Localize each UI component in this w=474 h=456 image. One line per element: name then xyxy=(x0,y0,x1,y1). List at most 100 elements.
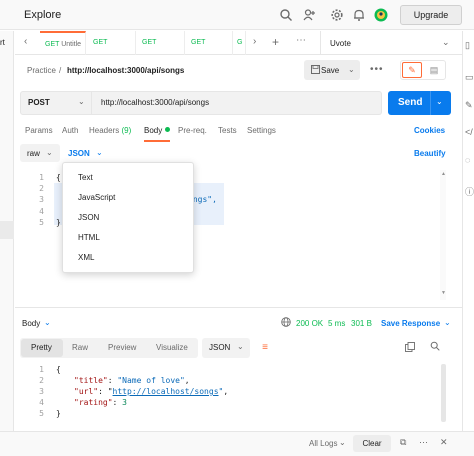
chevron-down-icon: ⌄ xyxy=(442,37,450,47)
chevron-down-icon[interactable]: ⌄ xyxy=(348,65,355,74)
add-tab-icon[interactable]: + xyxy=(272,35,279,49)
document-icon[interactable]: ▯ xyxy=(465,40,470,51)
line-number: 5 xyxy=(39,218,44,227)
copy-logs-icon[interactable]: ⧉ xyxy=(400,437,406,448)
dropdown-option-html[interactable]: HTML xyxy=(78,233,100,242)
editor-scrollbar[interactable] xyxy=(440,170,446,300)
request-tab[interactable]: GET xyxy=(137,31,185,55)
search-icon[interactable] xyxy=(430,341,440,354)
tab-scroll-left-icon[interactable]: ‹ xyxy=(24,36,27,47)
scroll-down-icon[interactable]: ▼ xyxy=(441,290,446,296)
dropdown-option-json[interactable]: JSON xyxy=(78,213,99,222)
avatar-icon[interactable] xyxy=(374,8,388,22)
response-body-label[interactable]: Body xyxy=(22,319,40,328)
view-tab-preview[interactable]: Preview xyxy=(108,343,136,352)
json-url-link[interactable]: http://localhost/songs xyxy=(113,387,219,396)
json-open-brace: { xyxy=(56,365,61,374)
tab-tests[interactable]: Tests xyxy=(218,126,237,135)
json-value: "Name of love" xyxy=(117,376,185,385)
app-title: Explore xyxy=(24,9,62,21)
documentation-view-icon[interactable]: ▤ xyxy=(425,62,443,78)
body-type-select[interactable] xyxy=(20,144,60,162)
view-tab-visualize[interactable]: Visualize xyxy=(156,343,188,352)
more-logs-icon[interactable]: ⋯ xyxy=(419,437,428,448)
copy-icon[interactable] xyxy=(405,342,415,355)
tab-headers[interactable]: Headers (9) xyxy=(89,126,131,135)
tab-params[interactable]: Params xyxy=(25,126,53,135)
scroll-up-icon[interactable]: ▲ xyxy=(441,171,446,177)
dropdown-option-text[interactable]: Text xyxy=(78,173,93,182)
wrap-icon[interactable]: ≡ xyxy=(254,338,276,358)
send-divider xyxy=(430,91,431,115)
environment-label: Uvote xyxy=(330,39,351,48)
chevron-down-icon: ⌄ xyxy=(46,148,53,157)
tab-scroll-right-icon[interactable]: › xyxy=(253,36,256,47)
clear-button[interactable]: Clear xyxy=(353,435,391,452)
search-icon[interactable] xyxy=(279,8,293,22)
status-code[interactable]: 200 OK xyxy=(296,319,323,328)
tab-method: GET xyxy=(45,41,60,48)
json-close-brace: } xyxy=(56,409,61,418)
beautify-link[interactable]: Beautify xyxy=(414,149,446,158)
save-icon xyxy=(311,65,320,76)
tab-auth[interactable]: Auth xyxy=(62,126,78,135)
tab-pre-request[interactable]: Pre-req. xyxy=(178,126,207,135)
code-line: } xyxy=(56,218,61,227)
send-label: Send xyxy=(398,97,423,108)
add-user-icon[interactable] xyxy=(302,8,316,22)
tab-method: G xyxy=(237,39,243,46)
bulb-icon[interactable]: ◌ xyxy=(465,155,470,165)
tab-method: GET xyxy=(93,39,108,46)
body-indicator-dot xyxy=(165,127,170,132)
chevron-down-icon[interactable]: ⌄ xyxy=(444,318,451,327)
code-icon[interactable]: </ xyxy=(465,127,473,137)
pane-divider[interactable] xyxy=(15,307,462,308)
breadcrumb-parent[interactable]: Practice xyxy=(27,66,56,75)
line-number: 2 xyxy=(39,376,44,385)
view-tab-pretty[interactable]: Pretty xyxy=(31,343,52,352)
line-number: 1 xyxy=(39,365,44,374)
line-number: 3 xyxy=(39,387,44,396)
tab-body[interactable]: Body xyxy=(144,126,162,135)
chevron-down-icon[interactable]: ⌄ xyxy=(44,318,51,327)
chevron-down-icon: ⌄ xyxy=(78,97,85,106)
tab-more-icon[interactable]: ⋯ xyxy=(296,35,306,46)
request-tab[interactable]: G xyxy=(232,31,246,55)
request-tab[interactable]: GET xyxy=(186,31,233,55)
chevron-down-icon[interactable]: ⌄ xyxy=(339,438,346,447)
settings-icon[interactable] xyxy=(330,8,344,22)
response-scrollbar[interactable] xyxy=(441,364,446,422)
all-logs-select[interactable]: All Logs xyxy=(309,439,337,448)
line-number: 5 xyxy=(39,409,44,418)
breadcrumb-separator: / xyxy=(59,66,62,75)
response-time[interactable]: 5 ms xyxy=(328,319,345,328)
upgrade-button[interactable]: Upgrade xyxy=(400,5,462,25)
language-select[interactable]: JSON xyxy=(68,149,90,158)
info-icon[interactable]: ⓘ xyxy=(465,185,474,198)
json-line-url: "url": "http://localhost/songs", xyxy=(74,387,229,396)
request-tab[interactable]: GET Untitle xyxy=(40,31,86,55)
close-icon[interactable]: ✕ xyxy=(440,437,448,448)
tab-headers-label: Headers xyxy=(89,126,120,135)
request-tab[interactable]: GET xyxy=(88,31,136,55)
line-number: 4 xyxy=(39,207,44,216)
chevron-down-icon[interactable]: ⌄ xyxy=(436,97,443,106)
edit-icon[interactable]: ✎ xyxy=(465,100,473,111)
globe-icon[interactable] xyxy=(281,317,291,329)
dropdown-option-javascript[interactable]: JavaScript xyxy=(78,193,115,202)
tab-method: GET xyxy=(142,39,157,46)
dropdown-option-xml[interactable]: XML xyxy=(78,253,94,262)
tab-name: Untitle xyxy=(61,41,82,48)
response-size[interactable]: 301 B xyxy=(351,319,372,328)
comment-icon[interactable]: ▭ xyxy=(465,72,474,83)
save-response-button[interactable]: Save Response xyxy=(381,319,440,328)
sidebar-selected-item[interactable] xyxy=(0,221,14,239)
edit-view-icon[interactable]: ✎ xyxy=(402,62,422,78)
tab-settings[interactable]: Settings xyxy=(247,126,276,135)
more-options-button[interactable]: ••• xyxy=(370,64,384,75)
headers-count: (9) xyxy=(121,126,132,135)
bell-icon[interactable] xyxy=(352,8,366,22)
view-tab-raw[interactable]: Raw xyxy=(72,343,88,352)
cookies-link[interactable]: Cookies xyxy=(414,126,445,135)
breadcrumb-current: http://localhost:3000/api/songs xyxy=(67,66,185,75)
